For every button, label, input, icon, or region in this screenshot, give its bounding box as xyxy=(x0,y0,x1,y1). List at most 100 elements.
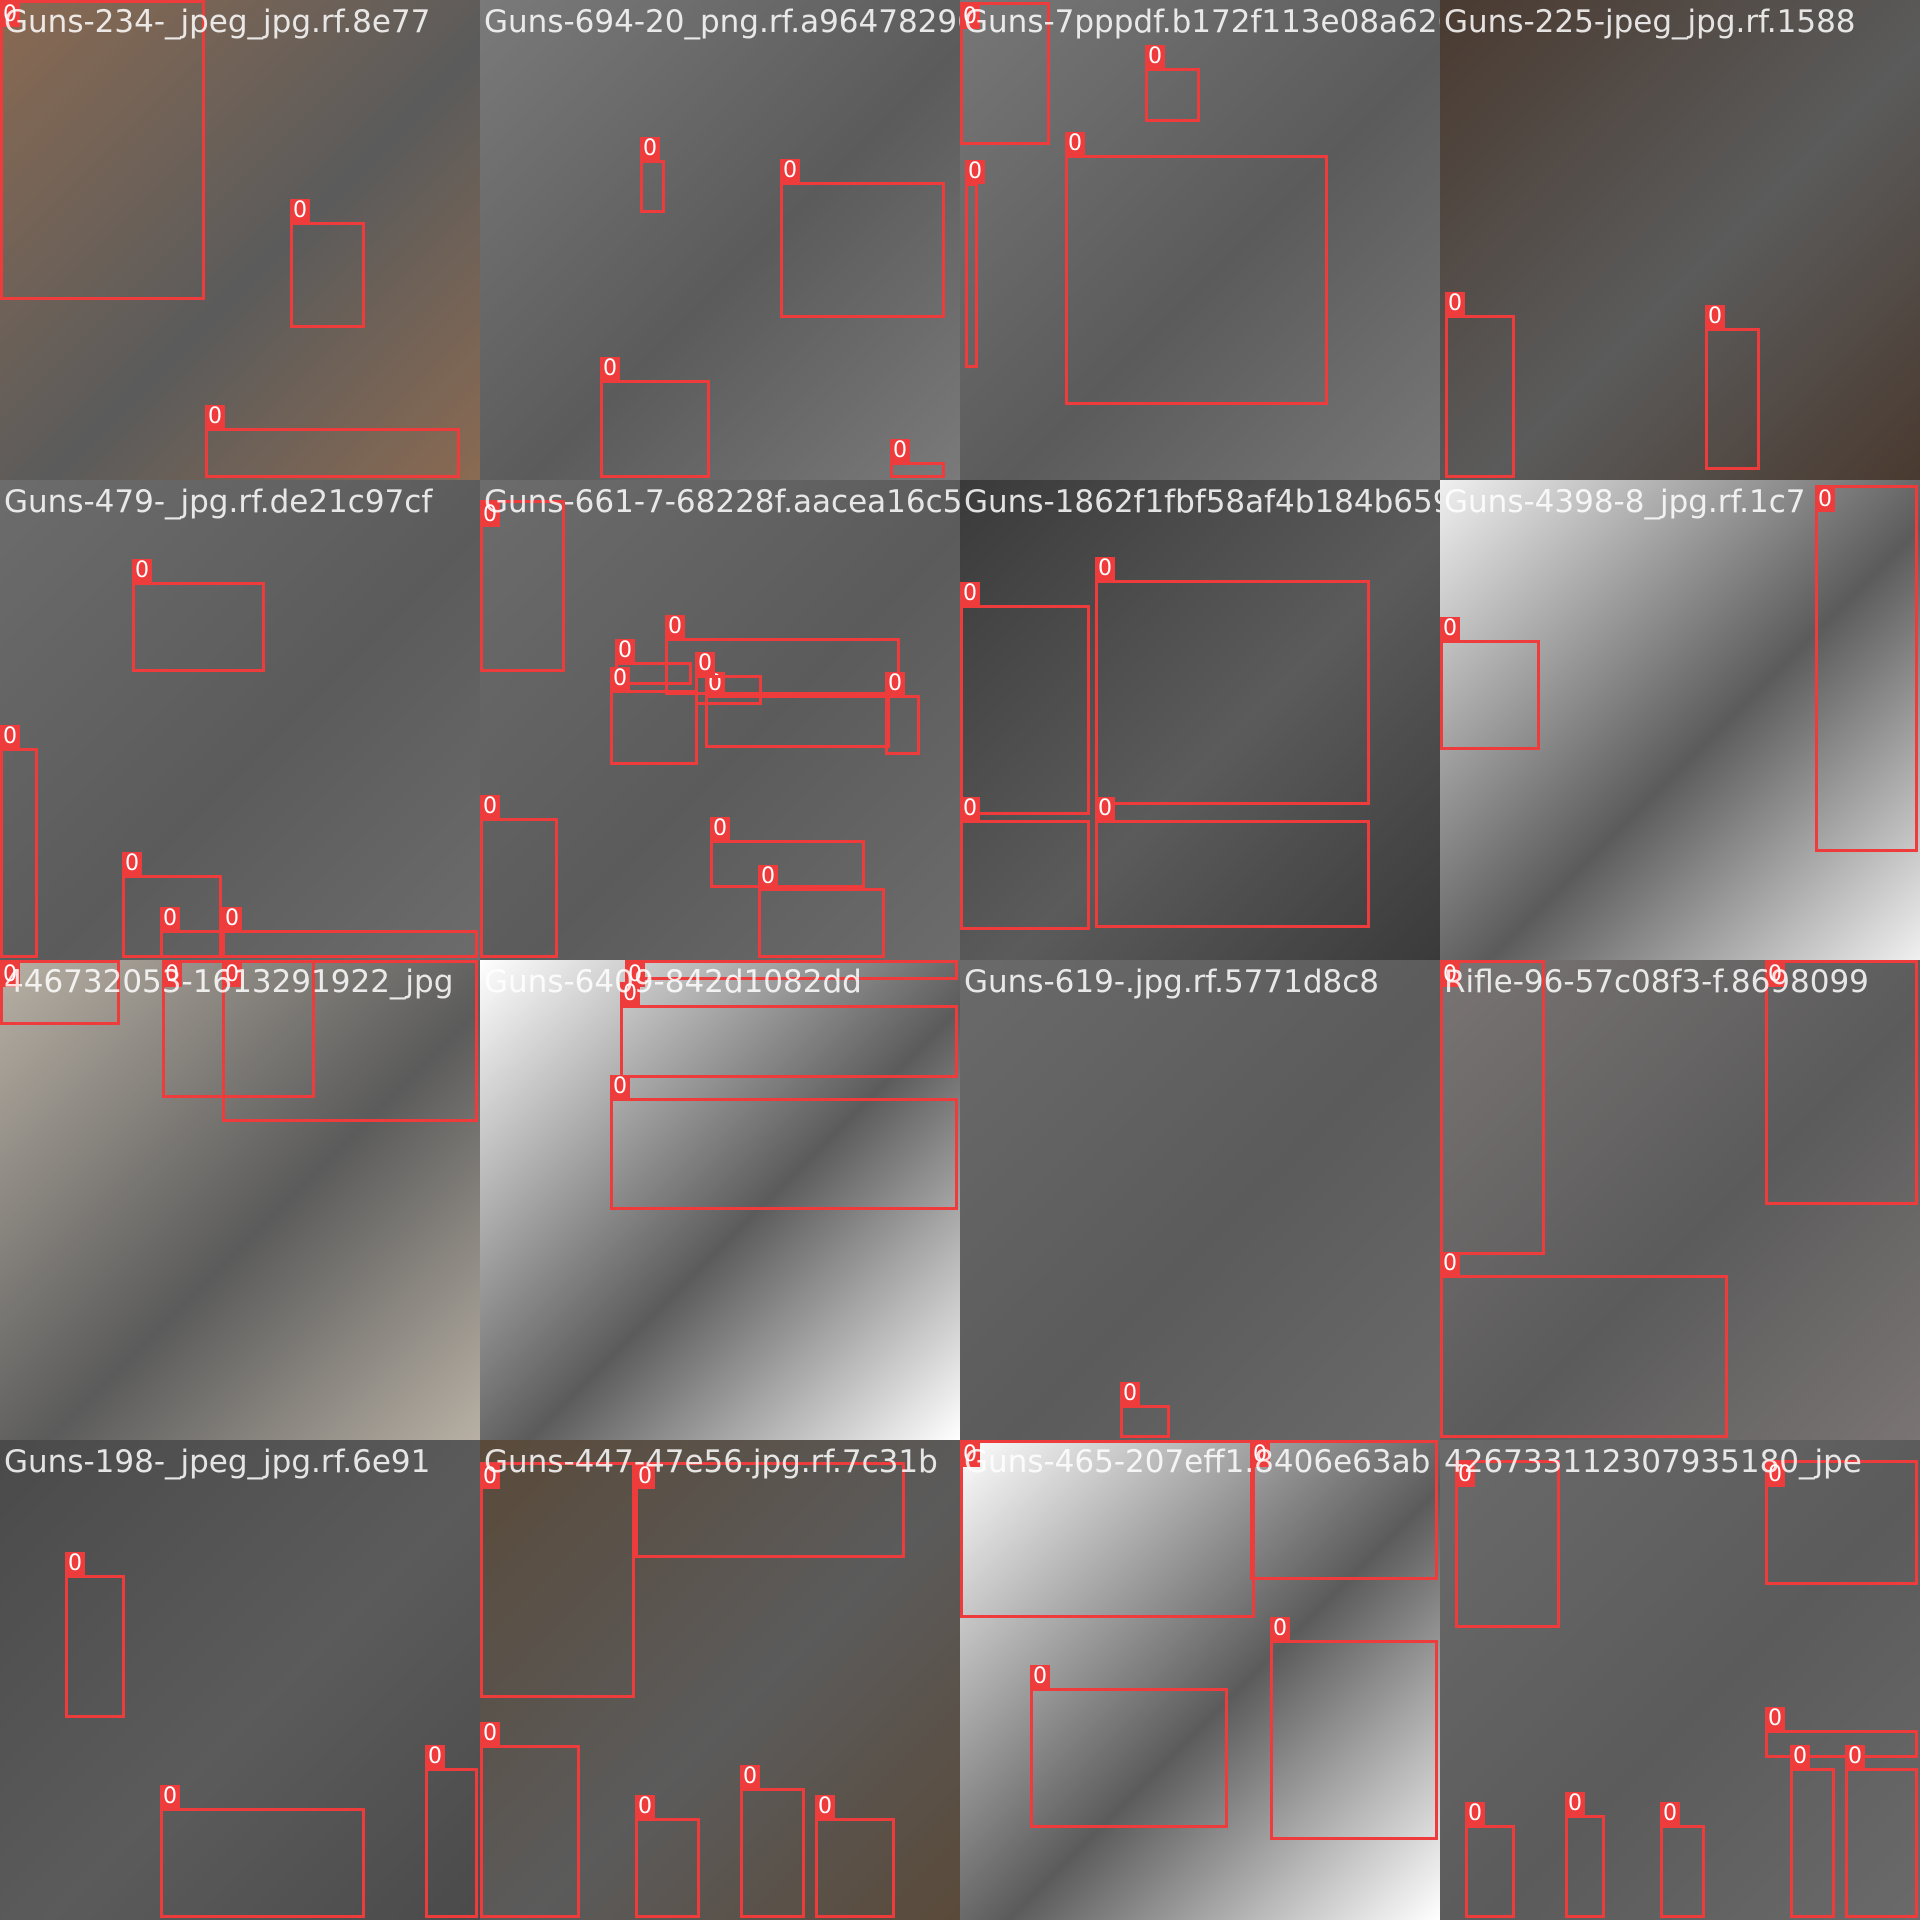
detection-box: 0 xyxy=(0,725,38,958)
detection-box: 0 xyxy=(1095,797,1370,928)
class-label: 0 xyxy=(610,667,630,691)
class-label: 0 xyxy=(122,852,142,876)
detection-box: 0 xyxy=(160,1785,365,1918)
detection-box: 0 xyxy=(1440,1252,1728,1438)
class-label: 0 xyxy=(160,1785,180,1809)
image-mosaic: Guns-234-_jpeg_jpg.rf.8e77 0 0 0 Guns-694-20… xyxy=(0,0,1920,1920)
tile-filename: 446732053-1613291922_jpg xyxy=(4,964,454,1000)
detection-box: 0 xyxy=(65,1552,125,1718)
detection-box: 0 xyxy=(780,159,945,318)
detection-box: 0 xyxy=(1565,1792,1605,1918)
detection-box: 0 xyxy=(1660,1802,1705,1918)
class-label: 0 xyxy=(960,582,980,606)
detection-box: 0 xyxy=(885,672,920,755)
class-label: 0 xyxy=(1095,797,1115,821)
detection-box: 0 xyxy=(205,405,460,478)
class-label: 0 xyxy=(640,137,660,161)
class-label: 0 xyxy=(885,672,905,696)
mosaic-tile: Guns-198-_jpeg_jpg.rf.6e91 0 0 0 xyxy=(0,1440,480,1920)
mosaic-tile: Guns-619-.jpg.rf.5771d8c8 0 xyxy=(960,960,1440,1440)
mosaic-tile: Guns-6409-842d1082dd 0 0 0 xyxy=(480,960,960,1440)
detection-box: 0 xyxy=(635,1795,700,1918)
detection-box: 0 xyxy=(890,439,945,478)
class-label: 0 xyxy=(425,1745,445,1769)
class-label: 0 xyxy=(160,907,180,931)
tile-filename: Guns-7pppdf.b172f113e08a6265dfa2 xyxy=(964,4,1440,40)
class-label: 0 xyxy=(1440,617,1460,641)
class-label: 0 xyxy=(780,159,800,183)
class-label: 0 xyxy=(1270,1617,1290,1641)
class-label: 0 xyxy=(1465,1802,1485,1826)
tile-filename: 426733112307935180_jpe xyxy=(1444,1444,1862,1480)
class-label: 0 xyxy=(615,639,635,663)
detection-box: 0 xyxy=(1440,617,1540,750)
class-label: 0 xyxy=(0,725,20,749)
tile-filename: Guns-479-_jpg.rf.de21c97cf xyxy=(4,484,433,520)
detection-box: 0 xyxy=(610,667,698,765)
tile-filename: Guns-225-jpeg_jpg.rf.1588 xyxy=(1444,4,1856,40)
class-label: 0 xyxy=(1445,292,1465,316)
class-label: 0 xyxy=(1565,1792,1585,1816)
class-label: 0 xyxy=(222,907,242,931)
tile-filename: Guns-694-20_png.rf.a964782962f54007b1907… xyxy=(484,4,960,40)
mosaic-tile: 426733112307935180_jpe 0 0 0 0 0 0 0 0 xyxy=(1440,1440,1920,1920)
detection-box: 0 xyxy=(480,1462,635,1698)
detection-box: 0 xyxy=(1095,557,1370,805)
detection-box: 0 xyxy=(960,797,1090,930)
mosaic-tile: Rifle-96-57c08f3-f.8698099 0 0 0 xyxy=(1440,960,1920,1440)
mosaic-tile: Guns-465-207eff1.8406e63ab 0 0 0 0 xyxy=(960,1440,1440,1920)
detection-box: 0 xyxy=(1120,1382,1170,1438)
tile-photo xyxy=(0,480,480,960)
detection-box: 0 xyxy=(740,1765,805,1918)
class-label: 0 xyxy=(480,1722,500,1746)
class-label: 0 xyxy=(1030,1665,1050,1689)
class-label: 0 xyxy=(758,865,778,889)
detection-box: 0 xyxy=(1845,1745,1918,1918)
detection-box: 0 xyxy=(290,199,365,328)
class-label: 0 xyxy=(1095,557,1115,581)
class-label: 0 xyxy=(1765,1707,1785,1731)
mosaic-tile: Guns-4398-8_jpg.rf.1c7 0 0 xyxy=(1440,480,1920,960)
class-label: 0 xyxy=(1660,1802,1680,1826)
tile-filename: Guns-465-207eff1.8406e63ab xyxy=(964,1444,1431,1480)
class-label: 0 xyxy=(205,405,225,429)
detection-box: 0 xyxy=(480,500,565,672)
detection-box: 0 xyxy=(160,907,222,958)
detection-box: 0 xyxy=(710,817,865,888)
detection-box: 0 xyxy=(1705,305,1760,470)
mosaic-tile: Guns-479-_jpg.rf.de21c97cf 0 0 0 0 0 xyxy=(0,480,480,960)
class-label: 0 xyxy=(1145,45,1165,69)
detection-box: 0 xyxy=(1765,1707,1918,1758)
tile-filename: Guns-198-_jpeg_jpg.rf.6e91 xyxy=(4,1444,431,1480)
detection-box: 0 xyxy=(640,137,665,213)
detection-box: 0 xyxy=(480,1722,580,1918)
tile-filename: Guns-6409-842d1082dd xyxy=(484,964,862,1000)
tile-filename: Guns-661-7-68228f.aacea16c52829 xyxy=(484,484,960,520)
detection-box: 0 xyxy=(132,559,265,672)
tile-photo xyxy=(960,960,1440,1440)
detection-box: 0 xyxy=(1455,1460,1560,1628)
class-label: 0 xyxy=(890,439,910,463)
detection-box: 0 xyxy=(758,865,885,958)
class-label: 0 xyxy=(480,795,500,819)
mosaic-tile: Guns-225-jpeg_jpg.rf.1588 0 0 xyxy=(1440,0,1920,480)
detection-box: 0 xyxy=(695,652,762,705)
tile-filename: Guns-234-_jpeg_jpg.rf.8e77 xyxy=(4,4,431,40)
class-label: 0 xyxy=(65,1552,85,1576)
class-label: 0 xyxy=(665,615,685,639)
mosaic-tile: Guns-1862f1fbf58af4b184b65942 0 0 0 0 xyxy=(960,480,1440,960)
mosaic-tile: Guns-7pppdf.b172f113e08a6265dfa20000 xyxy=(960,0,1440,480)
detection-box: 0 xyxy=(222,907,478,958)
detection-box: 0 xyxy=(1790,1745,1835,1918)
detection-box: 0 xyxy=(1030,1665,1228,1828)
class-label: 0 xyxy=(132,559,152,583)
class-label: 0 xyxy=(1815,488,1835,512)
detection-box: 0 xyxy=(1465,1802,1515,1918)
class-label: 0 xyxy=(1845,1745,1865,1769)
class-label: 0 xyxy=(965,160,985,184)
detection-box: 0 xyxy=(600,357,710,478)
detection-box: 0 xyxy=(960,582,1090,815)
mosaic-tile: Guns-694-20_png.rf.a964782962f54007b1907… xyxy=(480,0,960,480)
class-label: 0 xyxy=(600,357,620,381)
tile-filename: Guns-1862f1fbf58af4b184b65942 xyxy=(964,484,1440,520)
